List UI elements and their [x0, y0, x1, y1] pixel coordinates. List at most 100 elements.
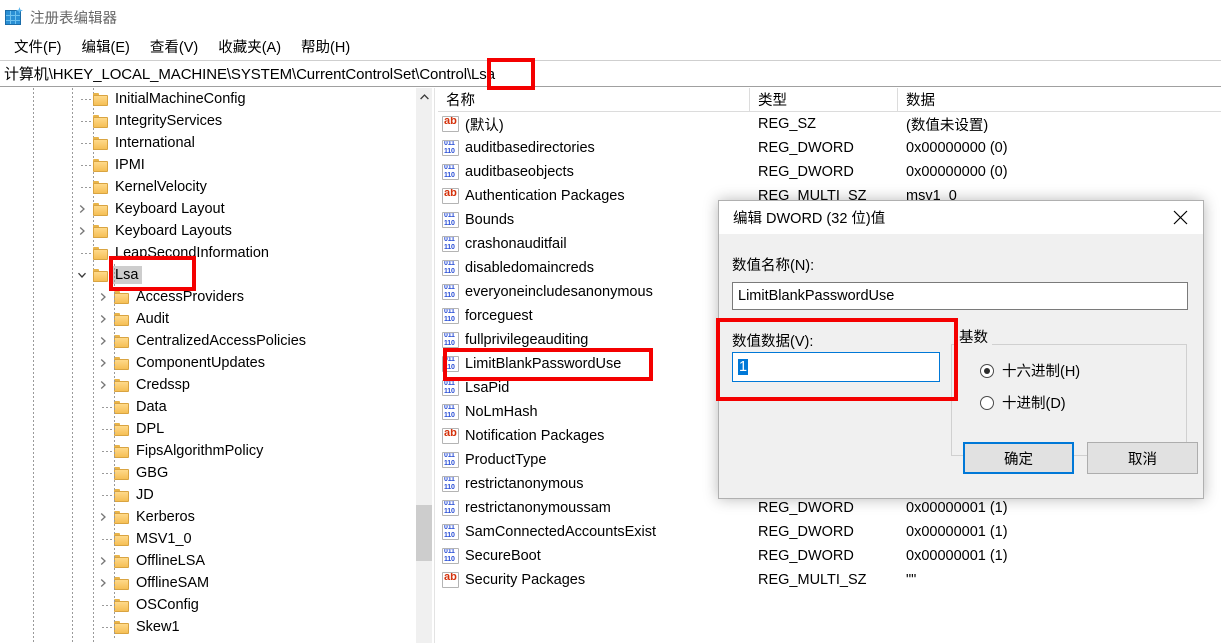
chevron-right-icon[interactable] [95, 575, 111, 591]
address-bar[interactable]: 计算机\HKEY_LOCAL_MACHINE\SYSTEM\CurrentCon… [0, 60, 1221, 87]
folder-icon [114, 532, 129, 546]
tree-node[interactable]: DPL [0, 418, 416, 440]
tree-node[interactable]: FipsAlgorithmPolicy [0, 440, 416, 462]
cancel-button[interactable]: 取消 [1087, 442, 1198, 474]
tree-node[interactable]: OfflineLSA [0, 550, 416, 572]
tree-node-label: Audit [136, 311, 170, 327]
string-value-icon [442, 428, 459, 444]
tree-node-label: MSV1_0 [136, 531, 192, 547]
tree-node[interactable]: Audit [0, 308, 416, 330]
chevron-right-icon[interactable] [95, 289, 111, 305]
folder-icon [114, 422, 129, 436]
folder-icon [93, 114, 108, 128]
table-row[interactable]: (默认) REG_SZ (数值未设置) [438, 112, 1221, 136]
close-icon[interactable] [1157, 201, 1203, 234]
value-name-text: ProductType [465, 452, 547, 468]
table-row[interactable]: auditbasedirectories REG_DWORD 0x00000000 … [438, 136, 1221, 160]
tree-node[interactable]: OSConfig [0, 594, 416, 616]
menu-bar: 文件(F) 编辑(E) 查看(V) 收藏夹(A) 帮助(H) [0, 34, 1221, 58]
menu-item-help[interactable]: 帮助(H) [293, 34, 358, 59]
column-header-type[interactable]: 类型 [750, 88, 898, 111]
tree-node[interactable]: GBG [0, 462, 416, 484]
tree-node[interactable]: Keyboard Layouts [0, 220, 416, 242]
table-row[interactable]: auditbaseobjects REG_DWORD 0x00000000 (0) [438, 160, 1221, 184]
table-row[interactable]: SamConnectedAccountsExist REG_DWORD 0x0000… [438, 520, 1221, 544]
window-titlebar: 注册表编辑器 [0, 0, 1221, 34]
menu-item-file[interactable]: 文件(F) [6, 34, 70, 59]
tree-node[interactable]: International [0, 132, 416, 154]
folder-icon [114, 290, 129, 304]
tree-connector [81, 165, 91, 166]
value-data-cell: "" [906, 572, 917, 588]
tree-node[interactable]: MSV1_0 [0, 528, 416, 550]
folder-icon [93, 224, 108, 238]
chevron-right-icon[interactable] [74, 201, 90, 217]
folder-icon [93, 158, 108, 172]
value-name-text: LsaPid [465, 380, 510, 396]
chevron-right-icon[interactable] [95, 311, 111, 327]
tree-node-label: OSConfig [136, 597, 199, 613]
tree-node[interactable]: CentralizedAccessPolicies [0, 330, 416, 352]
radio-hexadecimal[interactable]: 十六进制(H) [980, 360, 1080, 381]
tree-node[interactable]: ComponentUpdates [0, 352, 416, 374]
tree-node[interactable]: Credssp [0, 374, 416, 396]
tree-node[interactable]: Skew1 [0, 616, 416, 638]
table-row[interactable]: SecureBoot REG_DWORD 0x00000001 (1) [438, 544, 1221, 568]
value-name-input[interactable]: LimitBlankPasswordUse [732, 282, 1188, 310]
chevron-right-icon[interactable] [95, 509, 111, 525]
menu-item-edit[interactable]: 编辑(E) [74, 34, 138, 59]
tree-node[interactable]: IPMI [0, 154, 416, 176]
dialog-titlebar: 编辑 DWORD (32 位)值 [719, 201, 1203, 234]
window-title: 注册表编辑器 [30, 10, 117, 27]
menu-item-view[interactable]: 查看(V) [142, 34, 206, 59]
tree-node[interactable]: AccessProviders [0, 286, 416, 308]
dword-value-icon [442, 380, 459, 396]
value-type-cell: REG_DWORD [758, 548, 854, 564]
value-name-cell: restrictanonymous [438, 476, 750, 492]
folder-icon [114, 576, 129, 590]
table-row[interactable]: Security Packages REG_MULTI_SZ "" [438, 568, 1221, 592]
folder-icon [93, 268, 108, 282]
tree-node[interactable]: InitialMachineConfig [0, 88, 416, 110]
value-name-text: restrictanonymous [465, 476, 584, 492]
value-name-text: forceguest [465, 308, 533, 324]
tree-node[interactable]: LeapSecondInformation [0, 242, 416, 264]
tree-node[interactable]: OfflineSAM [0, 572, 416, 594]
chevron-right-icon[interactable] [95, 355, 111, 371]
tree-node[interactable]: Lsa [0, 264, 416, 286]
dword-value-icon [442, 212, 459, 228]
registry-tree[interactable]: InitialMachineConfig IntegrityServices Int… [0, 88, 416, 643]
tree-node-label: Kerberos [136, 509, 195, 525]
chevron-right-icon[interactable] [74, 223, 90, 239]
chevron-right-icon[interactable] [95, 377, 111, 393]
folder-icon [114, 356, 129, 370]
value-data-input[interactable]: 1 [732, 352, 940, 382]
folder-icon [114, 620, 129, 634]
ok-button[interactable]: 确定 [963, 442, 1074, 474]
chevron-right-icon[interactable] [95, 553, 111, 569]
tree-vertical-scrollbar[interactable] [416, 88, 432, 643]
chevron-right-icon[interactable] [95, 333, 111, 349]
tree-node[interactable]: Data [0, 396, 416, 418]
tree-connector [102, 539, 112, 540]
column-header-name[interactable]: 名称 [438, 88, 750, 111]
chevron-down-icon[interactable] [74, 267, 90, 283]
tree-node[interactable]: JD [0, 484, 416, 506]
tree-node[interactable]: KernelVelocity [0, 176, 416, 198]
folder-icon [114, 554, 129, 568]
tree-node[interactable]: IntegrityServices [0, 110, 416, 132]
scroll-up-icon[interactable] [416, 88, 432, 105]
tree-node-label: Credssp [136, 377, 190, 393]
value-data-cell: (数值未设置) [906, 117, 989, 134]
radio-decimal[interactable]: 十进制(D) [980, 392, 1066, 413]
tree-node[interactable]: Kerberos [0, 506, 416, 528]
column-header-data[interactable]: 数据 [898, 88, 1221, 111]
dword-value-icon [442, 332, 459, 348]
table-row[interactable]: restrictanonymoussam REG_DWORD 0x00000001 … [438, 496, 1221, 520]
tree-scrollbar-thumb[interactable] [416, 505, 432, 561]
tree-node[interactable]: Keyboard Layout [0, 198, 416, 220]
value-name-cell: SamConnectedAccountsExist [438, 524, 750, 540]
registry-tree-pane[interactable]: InitialMachineConfig IntegrityServices Int… [0, 88, 434, 643]
dword-value-icon [442, 548, 459, 564]
menu-item-favorites[interactable]: 收藏夹(A) [210, 34, 289, 59]
